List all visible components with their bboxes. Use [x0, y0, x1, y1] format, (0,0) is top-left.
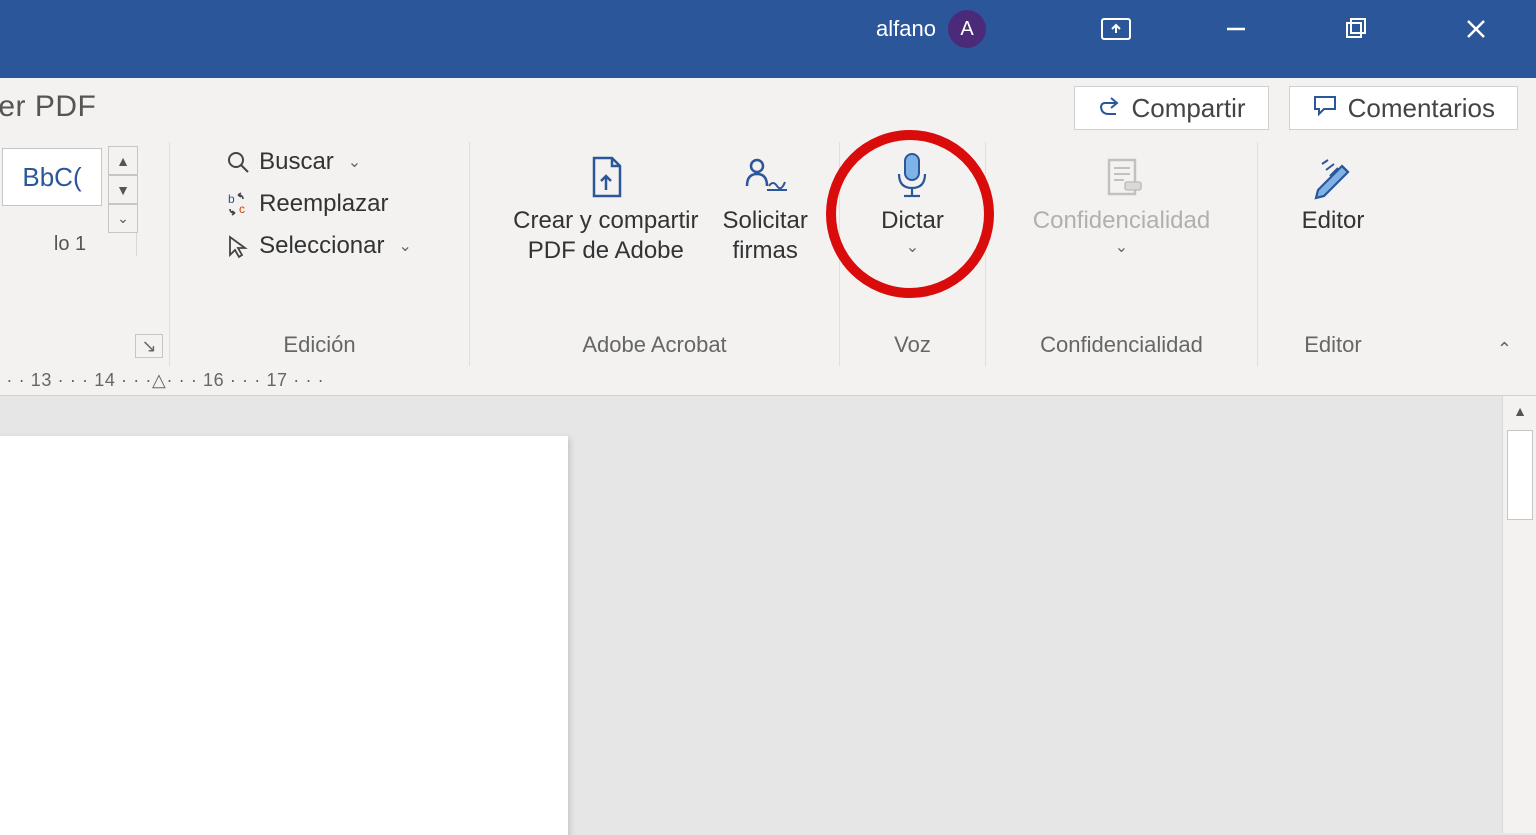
comments-button[interactable]: Comentarios [1289, 86, 1518, 130]
style-gallery-more-icon[interactable]: ⌄ [108, 204, 138, 233]
editor-label: Editor [1302, 206, 1365, 236]
style-gallery-item[interactable]: BbC( [2, 148, 102, 206]
share-icon [1097, 94, 1121, 122]
scroll-track[interactable] [1507, 430, 1533, 520]
group-label-editor: Editor [1304, 326, 1361, 366]
style-caption: lo 1 [54, 233, 86, 256]
signature-icon [741, 148, 789, 206]
editor-button[interactable]: Editor [1284, 142, 1383, 236]
style-gallery-down-icon[interactable]: ▼ [108, 175, 138, 204]
style-preview: BbC( [22, 162, 81, 193]
scroll-up-icon[interactable]: ▲ [1503, 396, 1536, 426]
chevron-down-icon: ⌄ [348, 152, 361, 172]
dictate-button[interactable]: Dictar ⌄ [863, 142, 962, 258]
comments-label: Comentarios [1348, 93, 1495, 124]
select-label: Seleccionar [259, 232, 384, 260]
ribbon: ader PDF Compartir Comentarios [0, 78, 1536, 366]
request-sign-line2: firmas [733, 236, 798, 266]
select-button[interactable]: Seleccionar ⌄ [225, 232, 412, 260]
horizontal-ruler[interactable]: 2 · · · 13 · · · 14 · · ·△· · · 16 · · ·… [0, 366, 1536, 396]
minimize-icon[interactable] [1176, 0, 1296, 58]
group-label-sensitivity: Confidencialidad [1040, 326, 1203, 366]
editor-icon [1308, 148, 1358, 206]
pdf-share-icon [584, 148, 628, 206]
find-label: Buscar [259, 148, 334, 176]
replace-icon: bc [225, 191, 251, 217]
chevron-down-icon: ⌄ [1115, 238, 1128, 258]
chevron-down-icon: ⌄ [906, 238, 919, 258]
dictate-label: Dictar [881, 206, 944, 236]
find-button[interactable]: Buscar ⌄ [225, 148, 412, 176]
create-share-pdf-button[interactable]: Crear y compartir PDF de Adobe [495, 142, 716, 266]
microphone-icon [890, 148, 934, 206]
ruler-marks: 2 · · · 13 · · · 14 · · ·△· · · 16 · · ·… [0, 370, 324, 391]
ribbon-tabs-strip [0, 58, 1536, 78]
maximize-icon[interactable] [1296, 0, 1416, 58]
replace-label: Reemplazar [259, 190, 388, 218]
style-gallery-up-icon[interactable]: ▲ [108, 146, 138, 175]
group-label-voice: Voz [894, 326, 931, 366]
cursor-icon [225, 233, 251, 259]
document-canvas[interactable]: ▲ [0, 396, 1536, 833]
request-sign-line1: Solicitar [723, 206, 808, 236]
account-name[interactable]: alfano [876, 16, 936, 42]
svg-text:c: c [239, 202, 245, 216]
svg-text:b: b [228, 192, 235, 206]
comments-icon [1312, 94, 1338, 122]
document-page[interactable] [0, 436, 568, 835]
title-bar: alfano A [0, 0, 1536, 58]
styles-launcher-icon[interactable]: ↘ [135, 334, 163, 358]
tab-pdf-partial[interactable]: ader PDF [0, 90, 96, 124]
sensitivity-icon [1099, 148, 1145, 206]
account-avatar[interactable]: A [948, 10, 986, 48]
collapse-ribbon-icon[interactable]: ⌃ [1497, 339, 1512, 360]
search-icon [225, 149, 251, 175]
create-share-line2: PDF de Adobe [528, 236, 684, 266]
sensitivity-button[interactable]: Confidencialidad ⌄ [1015, 142, 1228, 258]
group-label-acrobat: Adobe Acrobat [582, 326, 726, 366]
ribbon-display-options-icon[interactable] [1056, 0, 1176, 58]
share-label: Compartir [1131, 93, 1245, 124]
vertical-scrollbar[interactable]: ▲ [1502, 396, 1536, 833]
create-share-line1: Crear y compartir [513, 206, 698, 236]
replace-button[interactable]: bc Reemplazar [225, 190, 412, 218]
chevron-down-icon: ⌄ [399, 236, 412, 256]
sensitivity-label: Confidencialidad [1033, 206, 1210, 236]
close-icon[interactable] [1416, 0, 1536, 58]
request-signatures-button[interactable]: Solicitar firmas [717, 142, 814, 266]
group-label-editing: Edición [283, 326, 355, 366]
share-button[interactable]: Compartir [1074, 86, 1268, 130]
